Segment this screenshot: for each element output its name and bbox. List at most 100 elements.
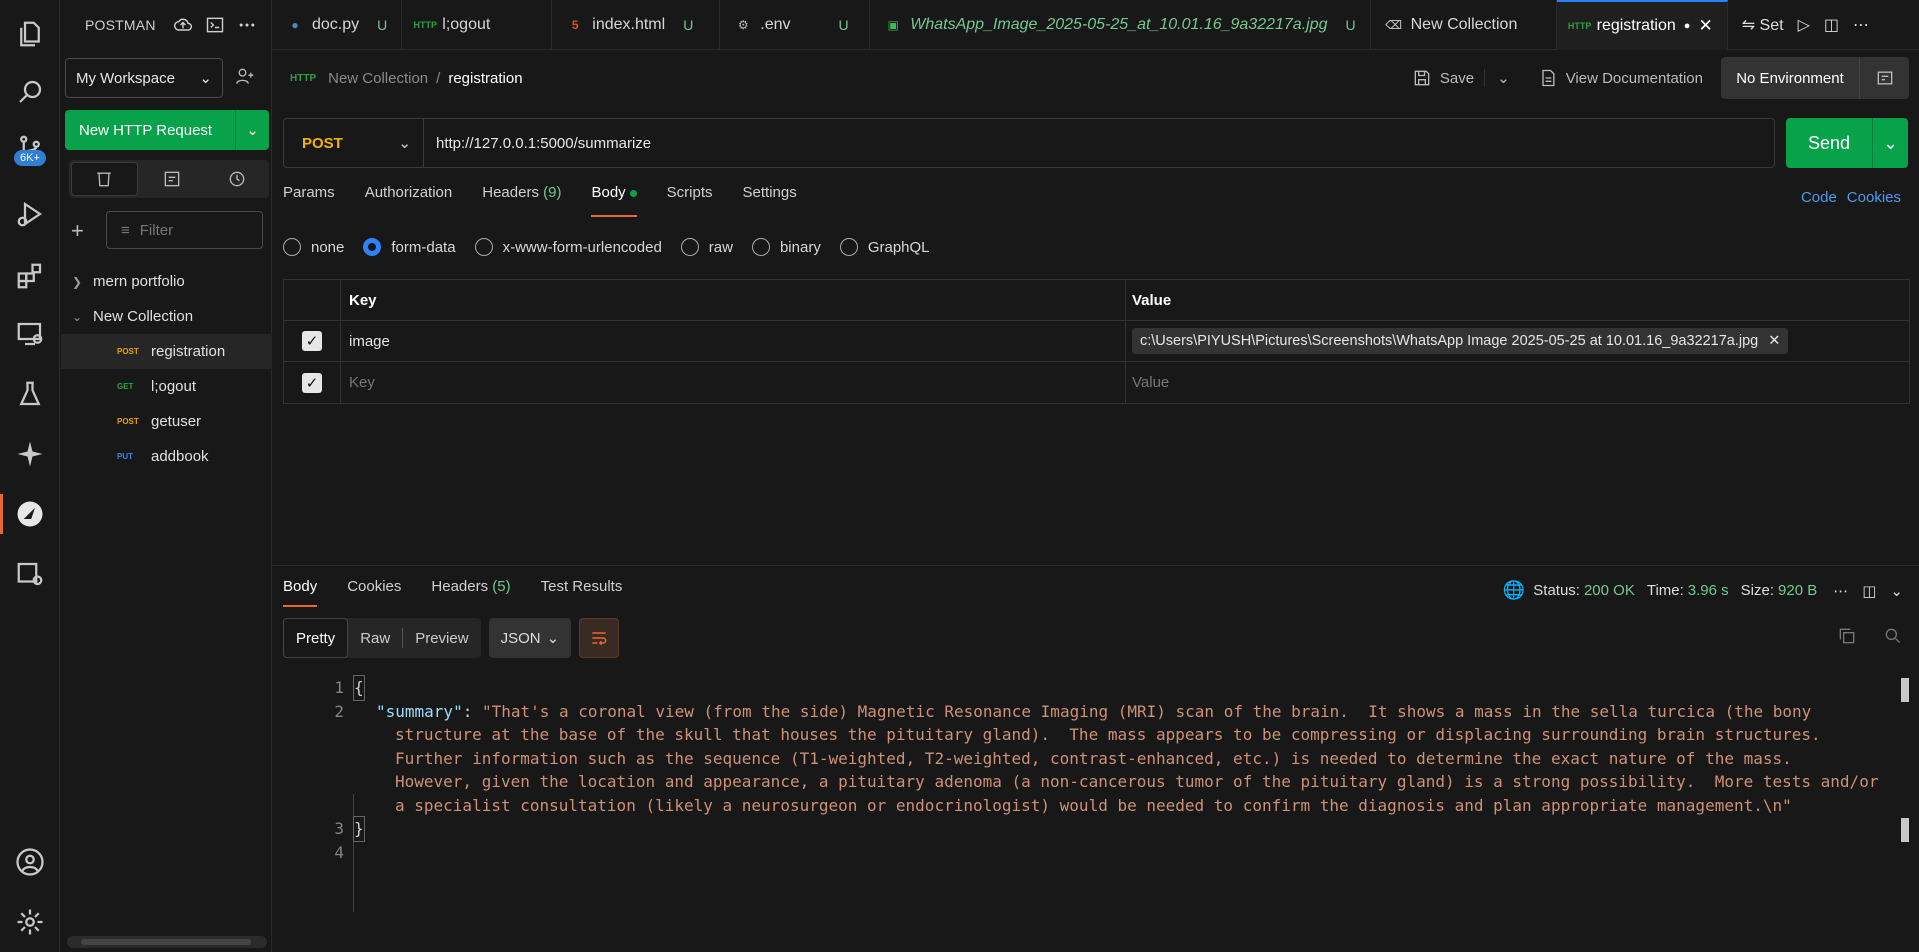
radio-urlencoded[interactable]: x-www-form-urlencoded bbox=[474, 238, 662, 256]
tab-env[interactable]: ⚙ .env U bbox=[720, 0, 871, 50]
postman-icon[interactable] bbox=[0, 490, 60, 538]
globe-icon[interactable]: 🌐 bbox=[1503, 580, 1525, 601]
key-cell[interactable]: image bbox=[341, 321, 1126, 361]
tab-response-body[interactable]: Body bbox=[283, 578, 318, 607]
radio-none[interactable]: none bbox=[283, 238, 344, 256]
new-http-request-button[interactable]: New HTTP Request ⌄ bbox=[65, 110, 269, 150]
breadcrumb-parent[interactable]: New Collection bbox=[328, 70, 428, 87]
tab-headers[interactable]: Headers (9) bbox=[482, 184, 561, 217]
explorer-icon[interactable] bbox=[0, 10, 60, 58]
remote-explorer-icon[interactable] bbox=[0, 310, 60, 358]
tree-item-new-collection[interactable]: ⌄ New Collection bbox=[61, 299, 272, 334]
status-value[interactable]: 200 OK bbox=[1584, 582, 1635, 599]
workspace-select[interactable]: My Workspace ⌄ bbox=[65, 58, 223, 98]
environments-tab[interactable] bbox=[140, 160, 205, 198]
size-value[interactable]: 920 B bbox=[1778, 582, 1817, 599]
value-input[interactable]: Value bbox=[1126, 362, 1909, 403]
editor-scrollbar-marker[interactable] bbox=[1901, 818, 1909, 842]
layout-icon[interactable]: ◫ bbox=[1862, 582, 1876, 600]
sidebar-scrollbar[interactable] bbox=[67, 936, 267, 948]
run-debug-icon[interactable] bbox=[0, 190, 60, 238]
close-icon[interactable]: ✕ bbox=[1698, 16, 1712, 36]
send-button[interactable]: Send ⌄ bbox=[1786, 118, 1908, 168]
account-icon[interactable] bbox=[0, 838, 60, 886]
search-icon[interactable] bbox=[1883, 626, 1903, 646]
environment-quicklook-icon[interactable] bbox=[1859, 57, 1909, 99]
filter-input[interactable]: ≡ Filter bbox=[106, 211, 263, 249]
radio-form-data[interactable]: form-data bbox=[363, 238, 456, 256]
copy-icon[interactable] bbox=[1837, 626, 1857, 646]
breadcrumb: HTTP New Collection / registration Save … bbox=[272, 50, 1919, 106]
tab-logout[interactable]: HTTP l;ogout bbox=[402, 0, 553, 50]
tab-doc-py[interactable]: ● doc.py U bbox=[272, 0, 403, 50]
settings-gear-icon[interactable] bbox=[0, 898, 60, 946]
container-icon[interactable] bbox=[0, 550, 60, 598]
url-input[interactable]: http://127.0.0.1:5000/summarize bbox=[424, 135, 651, 152]
history-tab[interactable] bbox=[204, 160, 269, 198]
environment-select[interactable]: No Environment bbox=[1721, 57, 1859, 99]
format-select[interactable]: JSON ⌄ bbox=[488, 618, 572, 658]
view-documentation-button[interactable]: View Documentation bbox=[1522, 68, 1721, 88]
request-item-logout[interactable]: GET l;ogout bbox=[61, 369, 272, 404]
copilot-icon[interactable] bbox=[0, 430, 60, 478]
collections-tab[interactable] bbox=[71, 162, 138, 196]
request-item-addbook[interactable]: PUT addbook bbox=[61, 439, 272, 474]
cookies-link[interactable]: Cookies bbox=[1847, 189, 1901, 206]
method-select[interactable]: POST ⌄ bbox=[284, 119, 424, 167]
raw-button[interactable]: Raw bbox=[348, 618, 402, 658]
radio-binary[interactable]: binary bbox=[751, 238, 821, 256]
run-icon[interactable]: ▷ bbox=[1798, 15, 1810, 35]
tab-registration[interactable]: HTTP registration ● ✕ bbox=[1556, 0, 1728, 50]
extensions-icon[interactable] bbox=[0, 252, 60, 300]
more-icon[interactable] bbox=[237, 15, 257, 35]
chevron-down-icon[interactable]: ⌄ bbox=[1872, 118, 1908, 168]
wrap-icon bbox=[592, 632, 607, 646]
form-data-table: Key Value ✓ image c:\Users\PIYUSH\Pictur… bbox=[283, 279, 1910, 404]
cloud-upload-icon[interactable] bbox=[173, 15, 193, 35]
time-value[interactable]: 3.96 s bbox=[1688, 582, 1729, 599]
tab-new-collection[interactable]: ⌫ New Collection bbox=[1371, 0, 1557, 50]
add-icon[interactable]: + bbox=[71, 218, 84, 244]
chevron-down-icon[interactable]: ⌄ bbox=[235, 110, 269, 150]
request-item-registration[interactable]: POST registration bbox=[61, 334, 272, 369]
split-editor-icon[interactable]: ◫ bbox=[1824, 15, 1839, 35]
tab-test-results[interactable]: Test Results bbox=[541, 578, 623, 607]
chevron-down-icon[interactable]: ⌄ bbox=[1484, 69, 1522, 87]
preview-button[interactable]: Preview bbox=[403, 618, 480, 658]
terminal-icon[interactable] bbox=[205, 15, 225, 35]
more-icon[interactable]: ⋯ bbox=[1833, 582, 1848, 600]
more-actions-icon[interactable]: ⋯ bbox=[1853, 15, 1869, 35]
tab-index-html[interactable]: 5 index.html U bbox=[552, 0, 721, 50]
settings-tab[interactable]: ⇋ Set bbox=[1742, 15, 1784, 35]
json-string: "That's a coronal view (from the side) M… bbox=[481, 701, 1812, 721]
code-link[interactable]: Code bbox=[1801, 189, 1837, 206]
tab-response-headers[interactable]: Headers (5) bbox=[431, 578, 510, 607]
chevron-down-icon[interactable]: ⌄ bbox=[1890, 582, 1903, 600]
tab-whatsapp-image[interactable]: ▣ WhatsApp_Image_2025-05-25_at_10.01.16_… bbox=[870, 0, 1371, 50]
value-cell[interactable]: c:\Users\PIYUSH\Pictures\Screenshots\Wha… bbox=[1126, 321, 1909, 361]
radio-raw[interactable]: raw bbox=[680, 238, 733, 256]
line-number: 4 bbox=[334, 842, 344, 862]
tab-body[interactable]: Body bbox=[591, 184, 637, 217]
tree-item-mern-portfolio[interactable]: ❯ mern portfolio bbox=[61, 264, 272, 299]
row-checkbox[interactable]: ✓ bbox=[302, 372, 322, 393]
tab-params[interactable]: Params bbox=[283, 184, 335, 217]
wrap-lines-button[interactable] bbox=[579, 618, 620, 658]
breadcrumb-current[interactable]: registration bbox=[448, 70, 522, 87]
radio-graphql[interactable]: GraphQL bbox=[839, 238, 930, 256]
pretty-button[interactable]: Pretty bbox=[283, 618, 349, 658]
testing-icon[interactable] bbox=[0, 370, 60, 418]
invite-user-icon[interactable] bbox=[235, 66, 255, 90]
search-icon[interactable] bbox=[0, 68, 60, 116]
tab-authorization[interactable]: Authorization bbox=[365, 184, 453, 217]
tab-response-cookies[interactable]: Cookies bbox=[347, 578, 401, 607]
save-button[interactable]: Save bbox=[1402, 68, 1484, 88]
key-input[interactable]: Key bbox=[341, 362, 1126, 403]
request-item-getuser[interactable]: POST getuser bbox=[61, 404, 272, 439]
editor-scrollbar-thumb[interactable] bbox=[1901, 678, 1909, 702]
tab-scripts[interactable]: Scripts bbox=[667, 184, 713, 217]
row-checkbox[interactable]: ✓ bbox=[302, 331, 322, 351]
request-label: addbook bbox=[151, 448, 209, 465]
tab-settings[interactable]: Settings bbox=[743, 184, 797, 217]
remove-file-icon[interactable]: ✕ bbox=[1768, 333, 1780, 349]
